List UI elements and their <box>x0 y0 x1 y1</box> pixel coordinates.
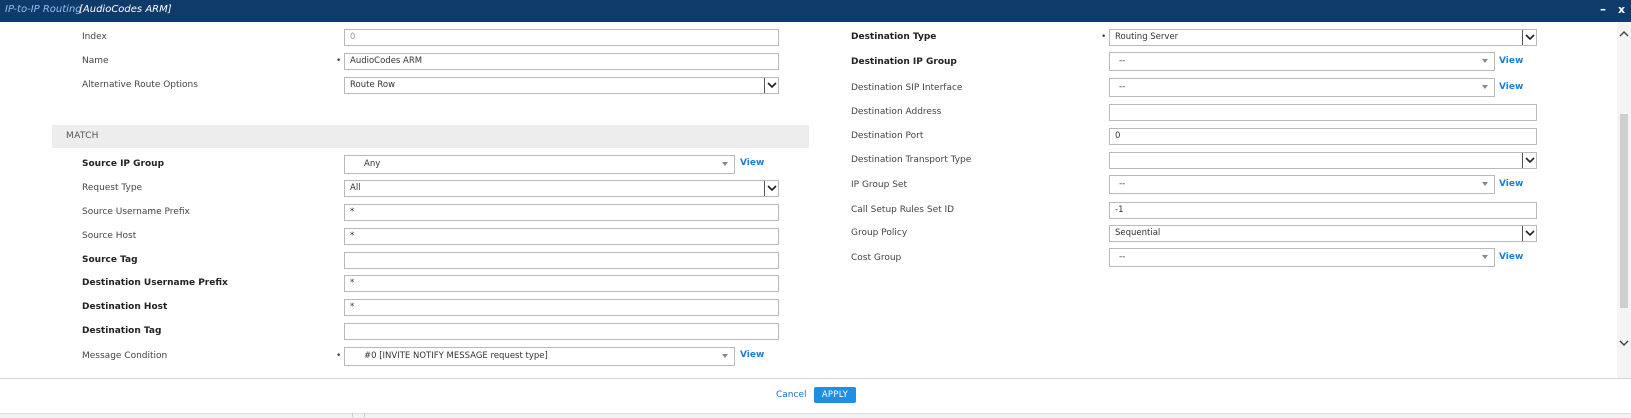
call-setup-input[interactable]: -1 <box>1109 202 1537 219</box>
dest-address-label: Destination Address <box>851 107 942 117</box>
ip-group-set-value: -- <box>1119 179 1126 189</box>
chevron-down-icon[interactable] <box>764 181 778 196</box>
source-host-input[interactable]: * <box>344 228 779 245</box>
dest-type-select[interactable]: Routing Server <box>1109 29 1537 46</box>
divider <box>352 413 353 417</box>
ip-group-set-label: IP Group Set <box>851 180 907 190</box>
cost-group-label: Cost Group <box>851 253 902 263</box>
dropdown-arrow-icon <box>1482 85 1488 89</box>
source-ip-group-combo[interactable]: Any <box>344 155 735 174</box>
dest-ip-group-combo[interactable]: -- <box>1109 52 1495 71</box>
minimize-button[interactable]: – <box>1600 2 1606 16</box>
dest-ip-group-label: Destination IP Group <box>851 57 957 67</box>
index-field: 0 <box>344 29 779 46</box>
dest-transport-label: Destination Transport Type <box>851 155 972 165</box>
index-label: Index <box>82 32 107 42</box>
ip-group-set-view-link[interactable]: View <box>1499 179 1523 189</box>
required-mark: • <box>336 56 342 66</box>
chevron-down-icon[interactable] <box>1522 226 1536 241</box>
dest-ip-group-value: -- <box>1119 56 1126 66</box>
cost-group-combo[interactable]: -- <box>1109 248 1495 267</box>
request-type-label: Request Type <box>82 183 143 193</box>
dest-sip-interface-label: Destination SIP Interface <box>851 83 963 93</box>
dropdown-arrow-icon <box>722 162 728 166</box>
close-button[interactable]: x <box>1618 3 1625 16</box>
dest-sip-interface-combo[interactable]: -- <box>1109 78 1495 97</box>
dropdown-arrow-icon <box>722 354 728 358</box>
cancel-button[interactable]: Cancel <box>776 390 807 400</box>
source-ip-group-view-link[interactable]: View <box>740 158 764 168</box>
dest-transport-select[interactable] <box>1109 152 1537 169</box>
chevron-down-icon[interactable] <box>1522 30 1536 45</box>
dest-tag-input[interactable] <box>344 323 779 340</box>
required-mark: • <box>1101 32 1107 42</box>
scrollbar-thumb[interactable] <box>1620 114 1628 308</box>
dialog-title: IP-to-IP Routing <box>5 4 82 15</box>
name-label: Name <box>82 56 109 66</box>
chevron-down-icon[interactable] <box>764 78 778 93</box>
dest-port-input[interactable]: 0 <box>1109 128 1537 145</box>
match-section-header: MATCH <box>52 125 809 148</box>
cost-group-view-link[interactable]: View <box>1499 252 1523 262</box>
source-username-prefix-label: Source Username Prefix <box>82 207 190 217</box>
chevron-down-icon[interactable] <box>1522 153 1536 168</box>
dropdown-arrow-icon <box>1482 59 1488 63</box>
dest-type-label: Destination Type <box>851 32 937 42</box>
source-ip-group-label: Source IP Group <box>82 159 165 169</box>
dialog-footer: Cancel APPLY <box>0 378 1631 418</box>
group-policy-select[interactable]: Sequential <box>1109 225 1537 242</box>
match-section-title: MATCH <box>66 131 99 141</box>
message-condition-label: Message Condition <box>82 351 168 361</box>
required-mark: • <box>336 351 342 361</box>
dest-host-input[interactable]: * <box>344 299 779 316</box>
apply-button[interactable]: APPLY <box>814 387 856 403</box>
name-input[interactable]: AudioCodes ARM <box>344 53 779 70</box>
scroll-down-icon[interactable] <box>1619 340 1629 350</box>
source-username-prefix-input[interactable]: * <box>344 204 779 221</box>
dest-port-label: Destination Port <box>851 131 924 141</box>
dest-address-input[interactable] <box>1109 104 1537 121</box>
dest-sip-interface-value: -- <box>1119 82 1126 92</box>
source-ip-group-value: Any <box>364 159 381 169</box>
alt-route-label: Alternative Route Options <box>82 80 198 90</box>
ip-group-set-combo[interactable]: -- <box>1109 175 1495 194</box>
vertical-scrollbar[interactable] <box>1617 22 1631 378</box>
request-type-value: All <box>350 183 361 193</box>
group-policy-label: Group Policy <box>851 228 908 238</box>
dest-host-label: Destination Host <box>82 302 168 312</box>
message-condition-combo[interactable]: #0 [INVITE NOTIFY MESSAGE request type] <box>344 347 735 366</box>
dropdown-arrow-icon <box>1482 255 1488 259</box>
dest-sip-interface-view-link[interactable]: View <box>1499 82 1523 92</box>
alt-route-select[interactable]: Route Row <box>344 77 779 94</box>
dest-ip-group-view-link[interactable]: View <box>1499 56 1523 66</box>
dest-type-value: Routing Server <box>1115 32 1179 42</box>
dialog-subtitle: [AudioCodes ARM] <box>79 4 172 15</box>
dest-username-prefix-input[interactable]: * <box>344 275 779 292</box>
source-tag-input[interactable] <box>344 252 779 269</box>
divider <box>364 413 365 417</box>
group-policy-value: Sequential <box>1115 228 1161 238</box>
source-tag-label: Source Tag <box>82 255 138 265</box>
dialog-titlebar: IP-to-IP Routing [AudioCodes ARM] – x <box>0 0 1631 22</box>
scroll-up-icon[interactable] <box>1619 30 1629 40</box>
message-condition-view-link[interactable]: View <box>740 350 764 360</box>
call-setup-label: Call Setup Rules Set ID <box>851 205 955 215</box>
cost-group-value: -- <box>1119 252 1126 262</box>
dialog-body: Index 0 Name • AudioCodes ARM Alternativ… <box>0 22 1617 378</box>
dest-username-prefix-label: Destination Username Prefix <box>82 278 228 288</box>
dest-tag-label: Destination Tag <box>82 326 162 336</box>
dropdown-arrow-icon <box>1482 182 1488 186</box>
source-host-label: Source Host <box>82 231 137 241</box>
request-type-select[interactable]: All <box>344 180 779 197</box>
message-condition-value: #0 [INVITE NOTIFY MESSAGE request type] <box>364 351 548 361</box>
alt-route-value: Route Row <box>350 80 396 90</box>
